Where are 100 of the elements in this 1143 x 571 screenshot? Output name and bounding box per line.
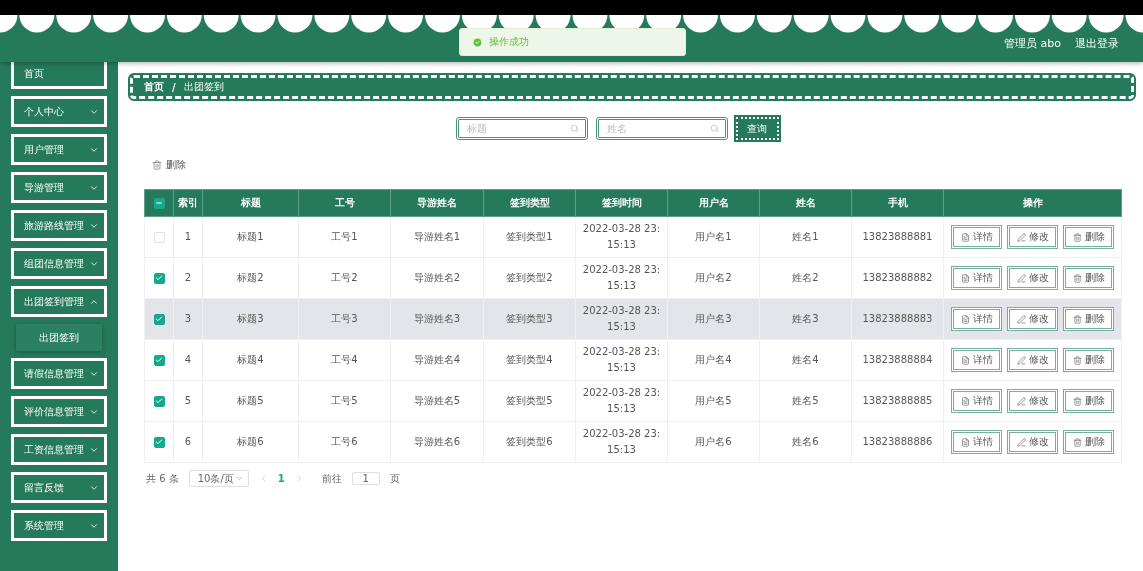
trash-icon — [1072, 355, 1082, 365]
sidebar-menu[interactable]: 用户管理 — [11, 134, 107, 165]
pencil-icon — [1016, 396, 1026, 406]
table-cell: 姓名5 — [759, 380, 852, 422]
table-cell: 用户名4 — [667, 339, 760, 381]
pencil-icon — [1016, 437, 1026, 447]
row-checkbox[interactable] — [153, 272, 165, 284]
table-cell: 用户名1 — [667, 216, 760, 258]
check-icon — [155, 397, 163, 405]
action-button[interactable]: 删除 — [1063, 430, 1114, 454]
table-cell: 签到类型5 — [483, 380, 576, 422]
check-icon — [155, 438, 163, 446]
table-cell: 签到类型6 — [483, 421, 576, 463]
document-icon — [960, 355, 970, 365]
table-cell: 导游姓名3 — [390, 298, 484, 340]
table-cell: 姓名6 — [759, 421, 852, 463]
goto-label: 前往 — [321, 471, 342, 486]
sidebar-menu[interactable]: 请假信息管理 — [11, 358, 107, 389]
table-row[interactable]: 5 标题5 工号5 导游姓名5 签到类型5 2022-03-28 23:15:13 用户名5 姓名5 13823888885 详情 修改 删除 — [144, 380, 1122, 422]
column-header: 用户名 — [667, 189, 760, 217]
trash-icon — [1072, 437, 1082, 447]
column-header: 导游姓名 — [390, 189, 484, 217]
action-button[interactable]: 删除 — [1063, 389, 1114, 413]
breadcrumb-separator: / — [172, 81, 176, 93]
action-button[interactable]: 详情 — [951, 430, 1002, 454]
sidebar-menu[interactable]: 工资信息管理 — [11, 434, 107, 465]
search-field[interactable]: 姓名 — [595, 117, 728, 140]
table-row[interactable]: 3 标题3 工号3 导游姓名3 签到类型3 2022-03-28 23:15:13 用户名3 姓名3 13823888883 详情 修改 删除 — [144, 298, 1122, 340]
sidebar-subitem[interactable]: 出团签到 — [16, 324, 102, 351]
pencil-icon — [1016, 273, 1026, 283]
action-button[interactable]: 删除 — [1063, 348, 1114, 372]
document-icon — [960, 314, 970, 324]
search-icon — [709, 124, 719, 133]
table-cell: 姓名3 — [759, 298, 852, 340]
action-button[interactable]: 修改 — [1007, 307, 1058, 331]
goto-page-field[interactable]: 1 — [351, 472, 380, 485]
table-row[interactable]: 4 标题4 工号4 导游姓名4 签到类型4 2022-03-28 23:15:13 用户名4 姓名4 13823888884 详情 修改 删除 — [144, 339, 1122, 381]
query-button[interactable]: 查询 — [735, 117, 779, 140]
document-icon — [960, 273, 970, 283]
sidebar-menu[interactable]: 系统管理 — [11, 510, 107, 541]
table-cell: 13823888883 — [851, 298, 944, 340]
action-button[interactable]: 修改 — [1007, 348, 1058, 372]
table-cell: 签到类型1 — [483, 216, 576, 258]
table-cell: 标题4 — [202, 339, 299, 381]
action-button[interactable]: 修改 — [1007, 430, 1058, 454]
action-button[interactable]: 删除 — [1063, 225, 1114, 249]
sidebar-menu[interactable]: 组团信息管理 — [11, 248, 107, 279]
sidebar-menu[interactable]: 旅游路线管理 — [11, 210, 107, 241]
column-header: 手机 — [851, 189, 944, 217]
delete-button[interactable]: 删除 — [152, 158, 186, 172]
sidebar-menu[interactable]: 出团签到管理 — [11, 286, 107, 317]
table-cell: 用户名5 — [667, 380, 760, 422]
action-button[interactable]: 详情 — [951, 266, 1002, 290]
action-button[interactable]: 详情 — [951, 348, 1002, 372]
sidebar-menu[interactable]: 导游管理 — [11, 172, 107, 203]
action-button[interactable]: 修改 — [1007, 225, 1058, 249]
table-cell: 标题3 — [202, 298, 299, 340]
action-button[interactable]: 修改 — [1007, 266, 1058, 290]
menu-label: 个人中心 — [24, 104, 64, 119]
page-suffix: 页 — [389, 471, 400, 486]
menu-label: 导游管理 — [24, 180, 64, 195]
select-all-checkbox[interactable] — [153, 197, 165, 209]
search-input[interactable]: 标题 — [464, 122, 570, 135]
page-size-select[interactable]: 10条/页 — [188, 470, 249, 487]
action-button[interactable]: 详情 — [951, 389, 1002, 413]
menu-label: 系统管理 — [24, 518, 64, 533]
breadcrumb-item[interactable]: 首页 — [144, 80, 164, 94]
table-row[interactable]: 1 标题1 工号1 导游姓名1 签到类型1 2022-03-28 23:15:13 用户名1 姓名1 13823888881 详情 修改 删除 — [144, 216, 1122, 258]
table-row[interactable]: 2 标题2 工号2 导游姓名2 签到类型2 2022-03-28 23:15:13 用户名2 姓名2 13823888882 详情 修改 删除 — [144, 257, 1122, 299]
table-row[interactable]: 6 标题6 工号6 导游姓名6 签到类型6 2022-03-28 23:15:13 用户名6 姓名6 13823888886 详情 修改 删除 — [144, 421, 1122, 463]
sidebar-menu[interactable]: 评价信息管理 — [11, 396, 107, 427]
check-icon — [155, 356, 163, 364]
logout-link[interactable]: 退出登录 — [1075, 36, 1119, 51]
sidebar-menu[interactable]: 个人中心 — [11, 96, 107, 127]
column-header: 工号 — [298, 189, 391, 217]
action-button[interactable]: 详情 — [951, 225, 1002, 249]
column-header: 操作 — [943, 189, 1122, 217]
sidebar-menu[interactable]: 留言反馈 — [11, 472, 107, 503]
search-field[interactable]: 标题 — [455, 117, 588, 140]
row-checkbox[interactable] — [153, 354, 165, 366]
column-header: 签到类型 — [483, 189, 576, 217]
search-input[interactable]: 姓名 — [604, 122, 710, 135]
check-icon — [155, 315, 163, 323]
table-cell: 工号3 — [298, 298, 391, 340]
action-button[interactable]: 删除 — [1063, 307, 1114, 331]
trash-icon — [1072, 314, 1082, 324]
pencil-icon — [1016, 314, 1026, 324]
row-checkbox[interactable] — [153, 436, 165, 448]
table-cell: 13823888881 — [851, 216, 944, 258]
table-cell: 工号6 — [298, 421, 391, 463]
chevron-down-icon — [234, 474, 244, 483]
row-checkbox[interactable] — [153, 395, 165, 407]
row-checkbox[interactable] — [153, 313, 165, 325]
table-cell: 用户名3 — [667, 298, 760, 340]
admin-user-label: 管理员 abo — [1004, 36, 1061, 51]
action-button[interactable]: 修改 — [1007, 389, 1058, 413]
action-button[interactable]: 详情 — [951, 307, 1002, 331]
action-button[interactable]: 删除 — [1063, 266, 1114, 290]
document-icon — [960, 396, 970, 406]
table-cell: 标题5 — [202, 380, 299, 422]
